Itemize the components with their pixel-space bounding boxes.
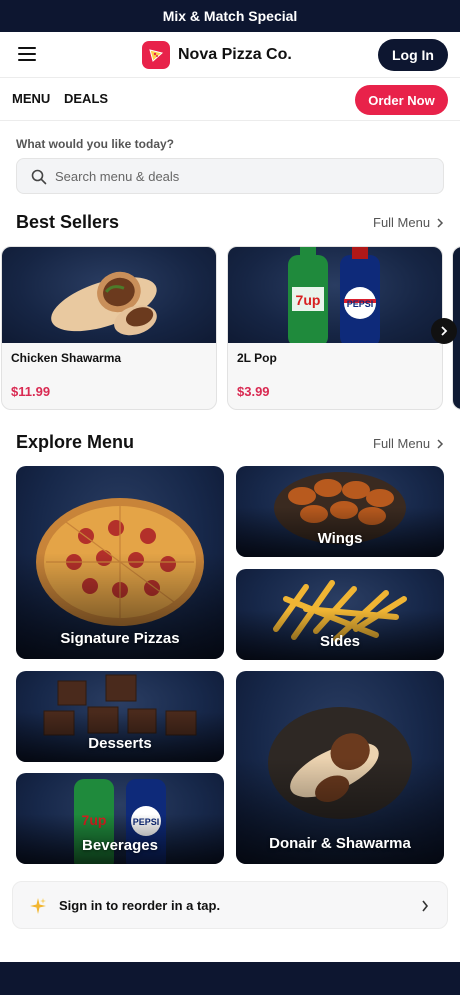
promo-banner: Mix & Match Special xyxy=(0,0,460,32)
tile-label: Sides xyxy=(319,633,361,650)
explore-menu-title: Explore Menu xyxy=(16,432,135,452)
best-sellers-carousel[interactable]: Chicken Shawarma $11.99 7up PEPSI 2L Pop… xyxy=(0,246,460,412)
best-sellers-title: Best Sellers xyxy=(16,212,120,232)
chevron-right-icon xyxy=(437,438,444,449)
product-price: $11.99 xyxy=(11,384,51,399)
reorder-text: Sign in to reorder in a tap. xyxy=(59,898,221,913)
main-nav: MENU DEALS Order Now xyxy=(0,79,460,121)
header: Nova Pizza Co. Log In xyxy=(0,32,460,78)
best-sellers-full-menu-link[interactable]: Full Menu xyxy=(373,215,444,230)
product-price: $3.99 xyxy=(237,384,270,399)
product-card[interactable]: Chicken Shawarma $11.99 xyxy=(1,246,217,410)
pop-bottles-image: 7up PEPSI xyxy=(228,247,442,347)
search-bar xyxy=(16,158,444,194)
chevron-right-icon xyxy=(422,900,429,912)
product-card[interactable]: 7up PEPSI 2L Pop $3.99 xyxy=(227,246,443,410)
svg-text:PEPSI: PEPSI xyxy=(347,299,374,309)
explore-full-menu-link[interactable]: Full Menu xyxy=(373,436,444,451)
chevron-right-icon xyxy=(441,326,448,336)
promo-text: Mix & Match Special xyxy=(162,8,298,24)
reorder-banner[interactable]: Sign in to reorder in a tap. xyxy=(12,881,448,929)
tile-label: Desserts xyxy=(88,735,152,752)
search-prompt: What would you like today? xyxy=(16,137,175,151)
nav-menu-link[interactable]: MENU xyxy=(12,91,50,106)
category-tile-signature-pizzas[interactable]: Signature Pizzas xyxy=(16,466,224,659)
tile-label: Donair & Shawarma xyxy=(269,835,411,852)
search-input[interactable] xyxy=(55,159,435,193)
footer xyxy=(0,962,460,995)
full-menu-label: Full Menu xyxy=(373,436,431,451)
search-icon xyxy=(31,169,47,185)
nav-deals-link[interactable]: DEALS xyxy=(64,91,108,106)
chevron-right-icon xyxy=(437,217,444,228)
svg-text:7up: 7up xyxy=(296,292,321,308)
pizza-slice-icon xyxy=(142,41,170,69)
login-button[interactable]: Log In xyxy=(378,39,448,71)
brand-name: Nova Pizza Co. xyxy=(178,46,292,63)
order-now-button[interactable]: Order Now xyxy=(355,85,448,115)
category-tile-wings[interactable]: Wings xyxy=(236,466,444,557)
sparkle-icon xyxy=(30,898,46,914)
tile-label: Wings xyxy=(317,530,363,547)
tile-label: Signature Pizzas xyxy=(60,630,180,647)
product-name: 2L Pop xyxy=(237,351,277,365)
hamburger-menu-icon[interactable] xyxy=(18,47,36,61)
category-tile-desserts[interactable]: Desserts xyxy=(16,671,224,762)
product-name: Chicken Shawarma xyxy=(11,351,122,365)
carousel-next-button[interactable] xyxy=(431,318,457,344)
shawarma-image xyxy=(2,247,216,343)
tile-label: Beverages xyxy=(82,837,158,854)
brand-logo-link[interactable]: Nova Pizza Co. xyxy=(142,41,292,69)
category-tile-donair-shawarma[interactable]: Donair & Shawarma xyxy=(236,671,444,864)
category-tile-beverages[interactable]: 7up PEPSI Beverages xyxy=(16,773,224,864)
category-tile-sides[interactable]: Sides xyxy=(236,569,444,660)
full-menu-label: Full Menu xyxy=(373,215,431,230)
